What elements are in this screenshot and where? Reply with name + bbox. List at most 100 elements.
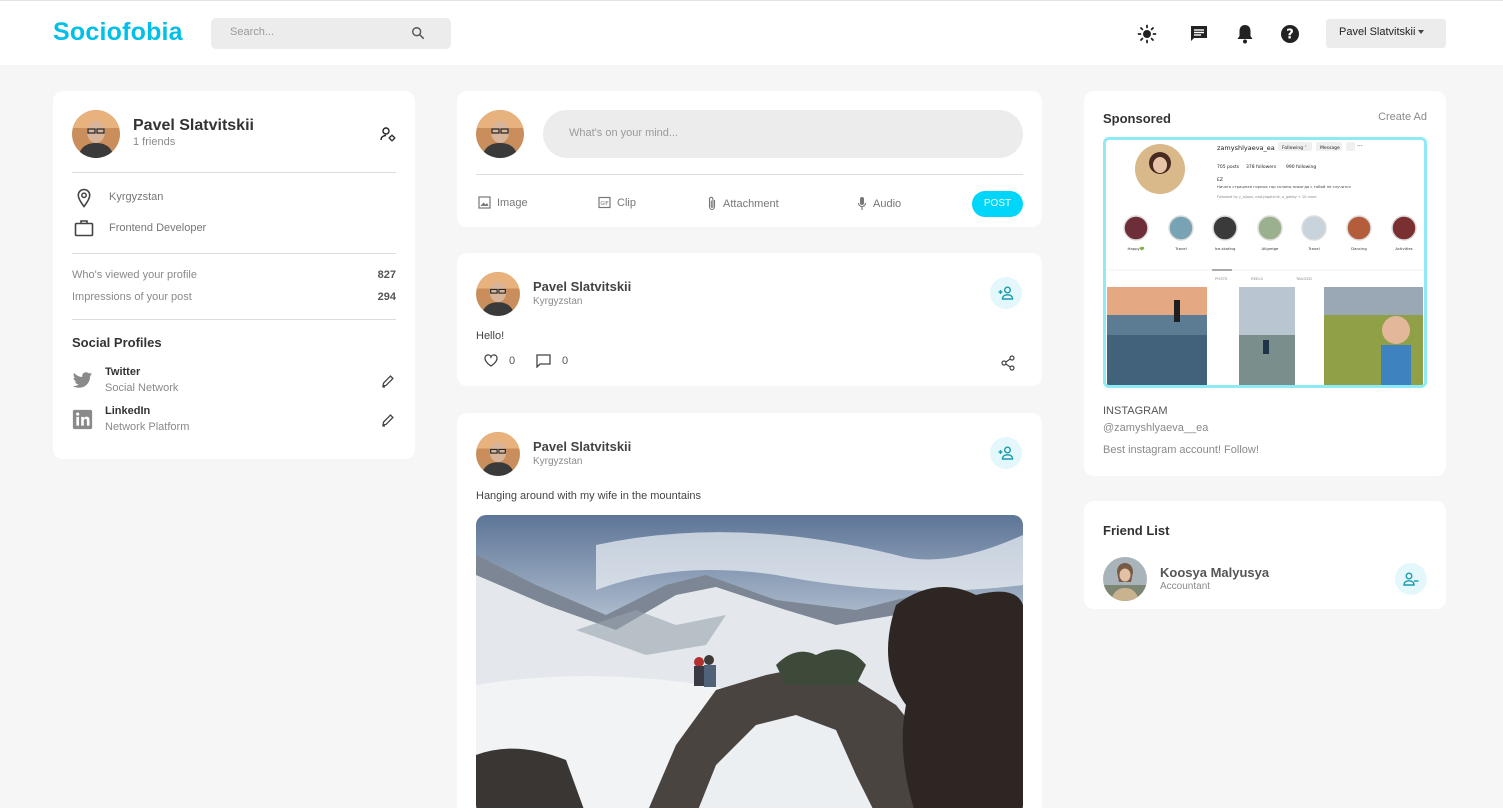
sun-icon[interactable] [1136,23,1158,45]
friend-avatar[interactable] [1103,557,1147,601]
person-add-icon [998,446,1014,460]
post-author-name[interactable]: Pavel Slatvitskii [533,439,631,454]
share-icon[interactable] [1000,355,1016,371]
svg-text:Following ˅: Following ˅ [1282,144,1307,151]
person-add-icon [998,286,1014,300]
svg-text:378 followers: 378 followers [1246,164,1277,170]
divider [72,319,396,320]
svg-text:EZ: EZ [1217,177,1223,183]
sponsored-card: Sponsored Create Ad zamyshlyaeva_ea Foll… [1084,91,1446,476]
edit-pencil-icon[interactable] [381,374,395,388]
composer-avatar[interactable] [476,110,524,158]
stat-label-impressions: Impressions of your post [72,291,192,303]
ad-image[interactable]: zamyshlyaeva_ea Following ˅ Message ··· … [1103,137,1427,388]
stat-label-profile-views: Who's viewed your profile [72,269,197,281]
svg-text:TAGGED: TAGGED [1295,276,1312,281]
sponsored-title: Sponsored [1103,111,1171,126]
microphone-icon [857,197,867,210]
attach-audio-button[interactable]: Audio [857,196,901,211]
gif-icon: GIF [598,196,611,209]
top-navbar: Sociofobia Search... ? Pavel Slatvitskii [0,0,1503,65]
bell-icon[interactable] [1234,23,1256,45]
linkedin-icon[interactable] [72,409,93,430]
composer-input[interactable]: What's on your mind... [543,110,1023,158]
manage-account-icon[interactable] [380,126,396,142]
attach-audio-label: Audio [873,197,902,210]
divider [72,172,396,173]
svg-text:Ice-skating: Ice-skating [1215,246,1236,251]
friend-job: Accountant [1160,581,1211,592]
post-author-name[interactable]: Pavel Slatvitskii [533,279,631,294]
twitter-icon[interactable] [72,370,93,391]
post-button[interactable]: POST [972,191,1023,217]
remove-friend-button[interactable] [1395,563,1427,595]
post-image[interactable] [476,515,1023,808]
social-name-twitter[interactable]: Twitter [105,366,140,378]
like-button[interactable]: 0 [484,354,515,367]
ad-description: Best instagram account! Follow! [1103,444,1259,456]
attach-image-button[interactable]: Image [478,196,528,209]
attach-clip-label: Clip [617,196,636,209]
post-author-avatar[interactable] [476,432,520,476]
stat-value-profile-views: 827 [377,269,396,281]
svg-text:705 posts: 705 posts [1217,164,1240,170]
attach-file-label: Attachment [723,197,779,210]
svg-text:Travel: Travel [1174,246,1186,251]
post-text: Hello! [476,330,505,342]
create-ad-link[interactable]: Create Ad [1378,111,1427,123]
svg-text:GIF: GIF [600,201,608,207]
svg-text:Travel: Travel [1307,246,1319,251]
svg-text:?: ? [1286,28,1294,43]
comment-count: 0 [562,355,569,367]
post-author-location: Kyrgyzstan [533,456,583,467]
comment-button[interactable]: 0 [536,354,568,368]
attach-clip-button[interactable]: GIF Clip [598,196,636,209]
profile-avatar[interactable] [72,110,120,158]
svg-text:990 following: 990 following [1286,164,1316,170]
svg-text:Followed by y_slipov, nastyago: Followed by y_slipov, nastyagotchik, a_g… [1217,195,1317,199]
like-count: 0 [509,354,516,367]
app-logo[interactable]: Sociofobia [53,18,183,47]
profile-occupation: Frontend Developer [109,222,207,234]
edit-pencil-icon[interactable] [381,413,395,427]
add-friend-button[interactable] [990,277,1022,309]
profile-location: Kyrgyzstan [109,191,164,203]
message-icon[interactable] [1188,23,1210,45]
svg-text:···: ··· [1357,143,1363,150]
image-icon [478,196,491,209]
person-remove-icon [1403,572,1419,586]
briefcase-icon [74,220,94,237]
search-input[interactable]: Search... [211,18,451,49]
location-pin-icon [77,188,91,208]
svg-text:REELS: REELS [1251,276,1264,281]
divider [72,253,396,254]
add-friend-button[interactable] [990,437,1022,469]
post-card: Pavel Slatvitskii Kyrgyzstan Hello! 0 0 [457,253,1042,386]
heart-icon [484,354,498,367]
post-composer: What's on your mind... Image GIF Clip At… [457,91,1042,227]
friend-name[interactable]: Koosya Malyusya [1160,565,1269,580]
help-icon[interactable]: ? [1279,23,1301,45]
mountain-photo [476,515,1023,808]
ad-handle-link[interactable]: @zamyshlyaeva__ea [1103,422,1208,434]
post-card: Pavel Slatvitskii Kyrgyzstan Hanging aro… [457,413,1042,808]
comment-icon [536,354,551,368]
friend-list-title: Friend List [1103,523,1170,538]
chevron-down-icon [1418,30,1425,35]
search-icon[interactable] [411,26,425,40]
svg-text:zamyshlyaeva_ea: zamyshlyaeva_ea [1217,144,1275,152]
profile-name[interactable]: Pavel Slatvitskii [133,117,254,135]
social-type-linkedin: Network Platform [105,421,190,433]
divider [476,174,1023,175]
svg-text:Allgreige: Allgreige [1262,246,1279,251]
user-menu-select[interactable]: Pavel Slatvitskii [1326,19,1446,48]
attach-image-label: Image [497,196,528,209]
user-menu-label: Pavel Slatvitskii [1339,26,1416,38]
svg-text:Message: Message [1320,145,1340,151]
profile-friends-count: 1 friends [133,136,176,148]
post-author-avatar[interactable] [476,272,520,316]
social-name-linkedin[interactable]: LinkedIn [105,405,150,417]
attach-file-button[interactable]: Attachment [707,196,779,211]
social-type-twitter: Social Network [105,382,179,394]
paperclip-icon [708,196,716,211]
